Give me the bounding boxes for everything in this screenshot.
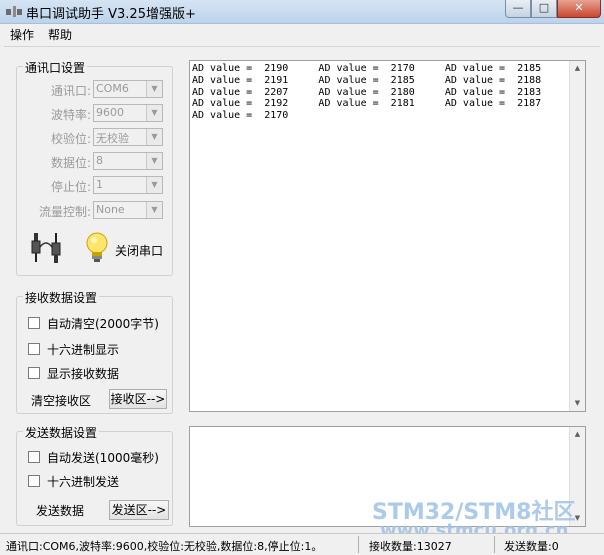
receive-line: AD value = 2192 AD value = 2181 AD value…	[192, 98, 542, 110]
status-divider	[494, 536, 495, 553]
receive-area-button[interactable]: 接收区-->	[109, 389, 167, 409]
status-divider	[358, 536, 359, 553]
chevron-down-icon: ▼	[146, 153, 162, 169]
menu-help[interactable]: 帮助	[48, 26, 72, 43]
send-area-button[interactable]: 发送区-->	[109, 500, 169, 520]
parity-value: 无校验	[96, 132, 129, 145]
light-bulb-icon[interactable]	[85, 231, 109, 265]
port-select[interactable]: COM6 ▼	[93, 80, 163, 98]
show-received-label: 显示接收数据	[47, 367, 120, 381]
menu-operate[interactable]: 操作	[10, 26, 34, 43]
chevron-down-icon: ▼	[146, 129, 162, 145]
receive-line: AD value = 2207 AD value = 2180 AD value…	[192, 86, 542, 98]
parity-select[interactable]: 无校验 ▼	[93, 128, 163, 146]
flow-select[interactable]: None ▼	[93, 201, 163, 219]
stopbits-label: 停止位:	[50, 180, 91, 194]
status-rx-count: 接收数量:13027	[369, 540, 452, 553]
checkbox-box[interactable]	[28, 367, 40, 379]
scroll-up-icon[interactable]: ▲	[570, 61, 585, 76]
parity-label: 校验位:	[50, 132, 91, 146]
title-bar: 串口调试助手 V3.25增强版+ — □ ✕	[0, 0, 604, 24]
stopbits-value: 1	[96, 178, 103, 191]
chevron-down-icon: ▼	[146, 105, 162, 121]
clear-receive-button[interactable]: 清空接收区	[31, 392, 91, 409]
serial-connector-icon[interactable]	[29, 231, 63, 265]
receive-settings-group: 接收数据设置 自动清空(2000字节) 十六进制显示 显示接收数据 清空接收区 …	[16, 289, 173, 414]
hex-send-label: 十六进制发送	[47, 475, 120, 489]
flow-label: 流量控制:	[38, 205, 91, 219]
status-port-info: 通讯口:COM6,波特率:9600,校验位:无校验,数据位:8,停止位:1。	[6, 540, 323, 553]
send-settings-group: 发送数据设置 自动发送(1000毫秒) 十六进制发送 发送数据 发送区-->	[16, 424, 173, 526]
status-tx-count: 发送数量:0	[504, 540, 559, 553]
window-title: 串口调试助手 V3.25增强版+	[26, 7, 196, 22]
hex-display-label: 十六进制显示	[47, 343, 120, 357]
auto-clear-label: 自动清空(2000字节)	[47, 317, 159, 331]
port-settings-group: 通讯口设置 通讯口: COM6 ▼ 波特率: 9600 ▼ 校验位: 无校验 ▼…	[16, 59, 173, 276]
scroll-down-icon[interactable]: ▼	[570, 396, 585, 411]
receive-settings-legend: 接收数据设置	[23, 289, 100, 306]
receive-content: AD value = 2190 AD value = 2170 AD value…	[192, 63, 541, 122]
minimize-button[interactable]: —	[505, 0, 531, 18]
baud-label: 波特率:	[50, 108, 91, 122]
receive-line: AD value = 2191 AD value = 2185 AD value…	[192, 74, 542, 86]
port-settings-legend: 通讯口设置	[23, 59, 88, 76]
menu-bar: 操作 帮助	[0, 24, 604, 44]
vertical-scrollbar[interactable]: ▲ ▼	[569, 61, 585, 411]
receive-line: AD value = 2170	[192, 110, 289, 122]
auto-send-label: 自动发送(1000毫秒)	[47, 451, 159, 465]
chevron-down-icon: ▼	[146, 177, 162, 193]
receive-textarea[interactable]: AD value = 2190 AD value = 2170 AD value…	[189, 60, 586, 412]
databits-label: 数据位:	[50, 156, 91, 170]
close-button[interactable]: ✕	[557, 0, 601, 18]
close-port-button[interactable]: 关闭串口	[115, 242, 163, 259]
baud-select[interactable]: 9600 ▼	[93, 104, 163, 122]
port-label: 通讯口:	[50, 84, 91, 98]
scroll-up-icon[interactable]: ▲	[570, 427, 585, 442]
checkbox-box[interactable]	[28, 343, 40, 355]
checkbox-box[interactable]	[28, 475, 40, 487]
flow-value: None	[96, 203, 125, 216]
stopbits-select[interactable]: 1 ▼	[93, 176, 163, 194]
send-data-button[interactable]: 发送数据	[36, 502, 84, 519]
plug-app-icon	[5, 4, 23, 19]
menu-separator	[4, 46, 600, 47]
port-value: COM6	[96, 82, 129, 95]
databits-select[interactable]: 8 ▼	[93, 152, 163, 170]
checkbox-box[interactable]	[28, 451, 40, 463]
send-settings-legend: 发送数据设置	[23, 424, 100, 441]
chevron-down-icon: ▼	[146, 202, 162, 218]
baud-value: 9600	[96, 106, 124, 119]
databits-value: 8	[96, 154, 103, 167]
checkbox-box[interactable]	[28, 317, 40, 329]
receive-line: AD value = 2190 AD value = 2170 AD value…	[192, 63, 542, 74]
chevron-down-icon: ▼	[146, 81, 162, 97]
status-bar: 通讯口:COM6,波特率:9600,校验位:无校验,数据位:8,停止位:1。 接…	[0, 533, 604, 555]
maximize-button[interactable]: □	[531, 0, 557, 18]
